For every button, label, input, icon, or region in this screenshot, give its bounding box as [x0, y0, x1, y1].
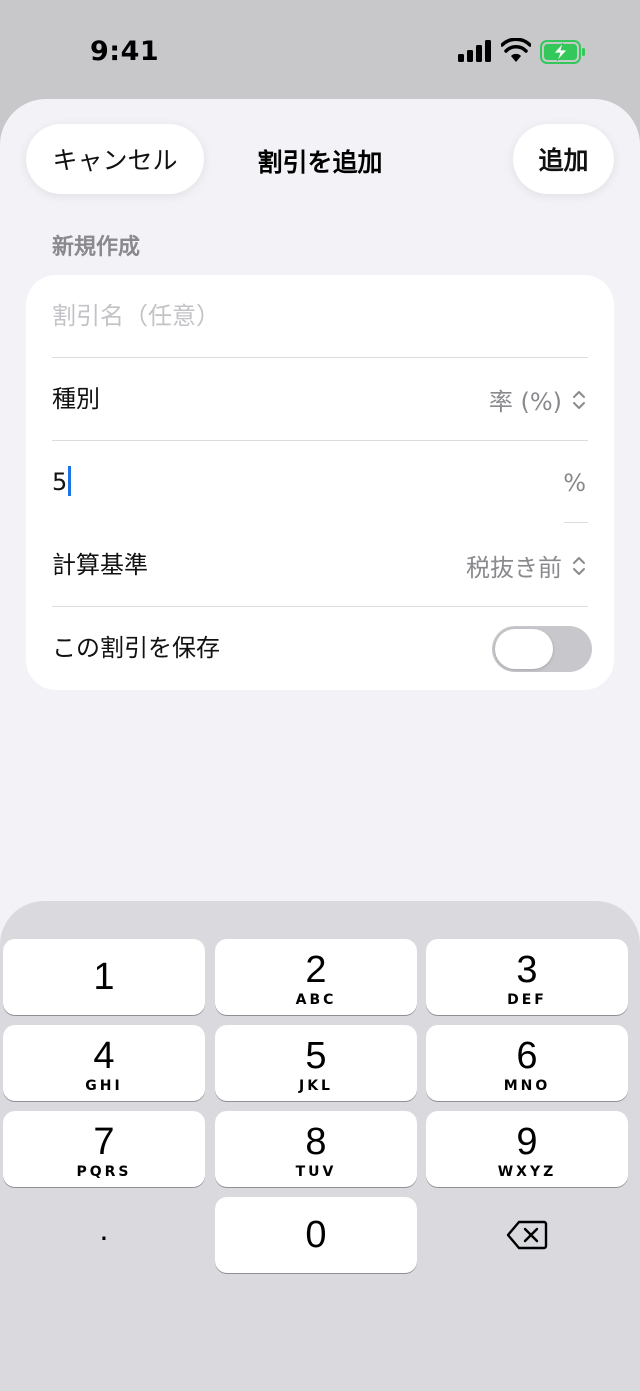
chevron-up-down-icon	[573, 556, 585, 575]
discount-form: 割引名（任意） 種別 率 (%) 5 % 計算基準 税抜き前 この割引を保存	[26, 275, 614, 690]
text-cursor	[68, 466, 72, 496]
basis-picker[interactable]: 税抜き前	[466, 524, 586, 607]
save-row: この割引を保存	[26, 607, 614, 690]
key-6[interactable]: 6 MNO	[426, 1025, 628, 1101]
key-3[interactable]: 3 DEF	[426, 939, 628, 1015]
discount-name-placeholder: 割引名（任意）	[52, 302, 220, 330]
wifi-icon	[501, 38, 531, 62]
key-1[interactable]: 1	[3, 939, 205, 1015]
key-7[interactable]: 7 PQRS	[3, 1111, 205, 1187]
key-4[interactable]: 4 GHI	[3, 1025, 205, 1101]
amount-row[interactable]: 5 %	[26, 441, 614, 524]
discount-name-field[interactable]: 割引名（任意）	[26, 275, 614, 358]
numeric-keypad: 1 2 ABC 3 DEF 4 GHI 5 JKL 6 MNO 7 PQRS 8…	[0, 901, 640, 1391]
key-9[interactable]: 9 WXYZ	[426, 1111, 628, 1187]
type-value: 率 (%)	[488, 388, 562, 416]
status-time: 9:41	[90, 36, 160, 67]
section-header: 新規作成	[52, 235, 141, 260]
toggle-knob	[495, 629, 553, 669]
type-row[interactable]: 種別 率 (%)	[26, 358, 614, 441]
save-toggle[interactable]	[492, 626, 592, 672]
type-picker[interactable]: 率 (%)	[489, 358, 586, 441]
amount-unit: %	[563, 468, 586, 497]
key-0[interactable]: 0	[215, 1197, 417, 1273]
save-label: この割引を保存	[52, 634, 220, 662]
basis-label: 計算基準	[52, 551, 148, 579]
amount-input[interactable]: 5	[52, 441, 72, 524]
divider	[564, 522, 588, 523]
key-decimal[interactable]: .	[3, 1197, 205, 1273]
chevron-up-down-icon	[573, 390, 585, 409]
delete-left-icon	[506, 1220, 548, 1250]
cellular-signal-icon	[458, 40, 491, 62]
amount-value: 5	[52, 468, 68, 496]
add-button[interactable]: 追加	[513, 124, 614, 194]
basis-value: 税抜き前	[466, 554, 562, 582]
key-5[interactable]: 5 JKL	[215, 1025, 417, 1101]
basis-row[interactable]: 計算基準 税抜き前	[26, 524, 614, 607]
key-8[interactable]: 8 TUV	[215, 1111, 417, 1187]
key-delete[interactable]	[426, 1197, 628, 1273]
battery-charging-icon	[540, 40, 585, 64]
type-label: 種別	[52, 385, 100, 413]
status-bar: 9:41	[0, 0, 640, 100]
key-2[interactable]: 2 ABC	[215, 939, 417, 1015]
